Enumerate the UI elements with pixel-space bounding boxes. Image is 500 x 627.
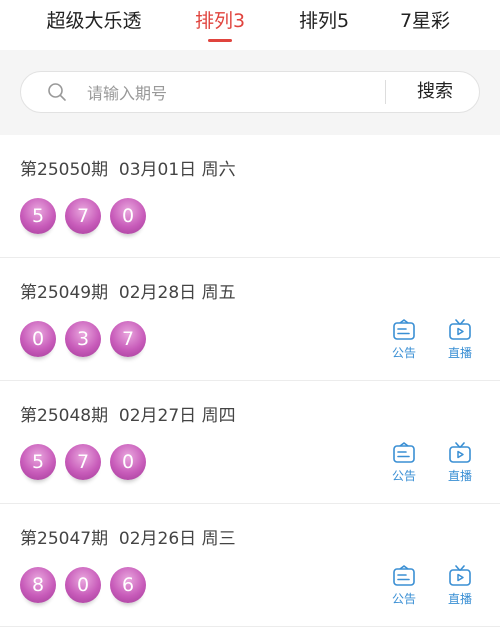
number-ball: 0 — [110, 198, 146, 234]
draw-row[interactable]: 第25048期 02月27日 周四 5 7 0 公告 直播 — [0, 381, 500, 504]
live-label: 直播 — [447, 469, 472, 483]
search-zone: 搜索 — [0, 50, 500, 135]
tab-pl3[interactable]: 排列3 — [180, 0, 260, 46]
draw-title: 第25048期 02月27日 周四 — [20, 401, 236, 426]
draw-list: 第25050期 03月01日 周六 5 7 0 第25049期 02月28日 周五 0 3 7… — [0, 135, 500, 627]
draw-row[interactable]: 第25047期 02月26日 周三 8 0 6 公告 直播 — [0, 504, 500, 627]
number-ball: 0 — [65, 567, 101, 603]
number-ball: 0 — [110, 444, 146, 480]
search-bar: 搜索 — [20, 71, 480, 113]
draw-actions: 公告 直播 — [384, 442, 480, 486]
tab-dlt[interactable]: 超级大乐透 — [30, 0, 158, 46]
draw-weekday: 周四 — [201, 406, 236, 426]
search-button[interactable]: 搜索 — [391, 72, 479, 112]
notice-button[interactable]: 公告 — [384, 319, 424, 361]
draw-date: 02月28日 — [118, 283, 197, 303]
live-label: 直播 — [447, 592, 472, 606]
search-icon — [48, 83, 66, 101]
draw-issue: 第25050期 — [20, 160, 109, 180]
tab-pl5[interactable]: 排列5 — [284, 0, 364, 46]
tv-icon — [440, 319, 480, 343]
lottery-tabs: 超级大乐透 排列3 排列5 7星彩 — [0, 0, 500, 50]
draw-date: 03月01日 — [118, 160, 197, 180]
draw-row[interactable]: 第25049期 02月28日 周五 0 3 7 公告 直播 — [0, 258, 500, 381]
number-ball: 7 — [65, 198, 101, 234]
notice-button[interactable]: 公告 — [384, 442, 424, 484]
draw-actions: 公告 直播 — [384, 319, 480, 363]
draw-weekday: 周五 — [201, 283, 236, 303]
notice-label: 公告 — [391, 346, 416, 360]
draw-issue: 第25047期 — [20, 529, 109, 549]
number-ball: 6 — [110, 567, 146, 603]
number-ball: 0 — [20, 321, 56, 357]
draw-weekday: 周三 — [201, 529, 236, 549]
notice-label: 公告 — [391, 469, 416, 483]
draw-date: 02月26日 — [118, 529, 197, 549]
notice-button[interactable]: 公告 — [384, 565, 424, 607]
live-label: 直播 — [447, 346, 472, 360]
draw-title: 第25049期 02月28日 周五 — [20, 278, 236, 303]
number-ball: 8 — [20, 567, 56, 603]
draw-row[interactable]: 第25050期 03月01日 周六 5 7 0 — [0, 135, 500, 258]
issue-search-input[interactable] — [85, 77, 389, 109]
active-tab-indicator — [208, 39, 232, 42]
notice-icon — [384, 442, 424, 466]
number-ball: 3 — [65, 321, 101, 357]
search-divider — [385, 80, 386, 104]
number-ball: 5 — [20, 198, 56, 234]
tv-icon — [440, 442, 480, 466]
draw-issue: 第25049期 — [20, 283, 109, 303]
notice-icon — [384, 565, 424, 589]
tv-icon — [440, 565, 480, 589]
number-ball: 5 — [20, 444, 56, 480]
tab-qxc[interactable]: 7星彩 — [385, 0, 465, 46]
notice-icon — [384, 319, 424, 343]
draw-title: 第25047期 02月26日 周三 — [20, 524, 236, 549]
notice-label: 公告 — [391, 592, 416, 606]
number-ball: 7 — [65, 444, 101, 480]
live-button[interactable]: 直播 — [440, 442, 480, 484]
draw-title: 第25050期 03月01日 周六 — [20, 155, 236, 180]
draw-date: 02月27日 — [118, 406, 197, 426]
live-button[interactable]: 直播 — [440, 565, 480, 607]
draw-issue: 第25048期 — [20, 406, 109, 426]
number-ball: 7 — [110, 321, 146, 357]
live-button[interactable]: 直播 — [440, 319, 480, 361]
draw-weekday: 周六 — [201, 160, 236, 180]
draw-actions: 公告 直播 — [384, 565, 480, 609]
